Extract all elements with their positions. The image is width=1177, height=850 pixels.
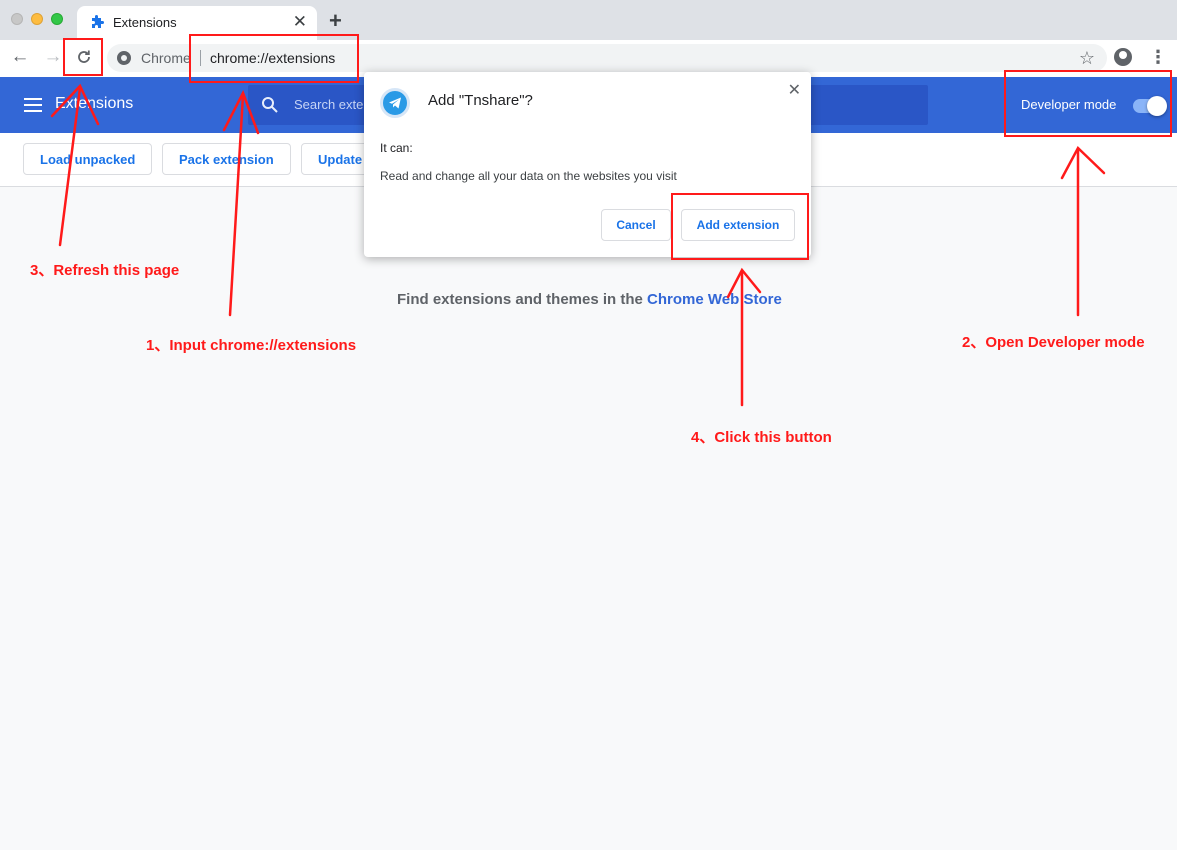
profile-avatar-icon[interactable] xyxy=(1114,48,1132,66)
dialog-permission: Read and change all your data on the web… xyxy=(380,169,677,183)
cancel-button[interactable]: Cancel xyxy=(601,209,671,241)
dialog-close-icon[interactable]: ✕ xyxy=(788,80,801,100)
puzzle-icon xyxy=(92,15,104,28)
pack-extension-button[interactable]: Pack extension xyxy=(162,143,291,175)
back-button[interactable]: ← xyxy=(8,47,32,69)
annotation-step1: 1、Input chrome://extensions xyxy=(146,337,357,354)
annotation-box-url xyxy=(189,34,359,83)
dialog-it-can: It can: xyxy=(380,141,413,155)
hamburger-menu-icon[interactable] xyxy=(24,98,42,112)
annotation-box-developer-mode xyxy=(1004,70,1172,137)
window-close-button[interactable] xyxy=(11,13,23,25)
window-maximize-button[interactable] xyxy=(51,13,63,25)
bookmark-star-icon[interactable]: ☆ xyxy=(1079,48,1095,69)
tab-close-icon[interactable]: ✕ xyxy=(293,13,307,31)
window-minimize-button[interactable] xyxy=(31,13,43,25)
dialog-title: Add "Tnshare"? xyxy=(428,92,533,109)
new-tab-button[interactable]: + xyxy=(329,10,342,32)
annotation-step3: 3、Refresh this page xyxy=(30,262,180,279)
chrome-site-icon xyxy=(117,51,131,65)
annotation-step2: 2、Open Developer mode xyxy=(962,334,1145,351)
forward-button[interactable]: → xyxy=(41,47,65,69)
annotation-step4: 4、Click this button xyxy=(691,429,832,446)
tab-strip: Extensions ✕ + xyxy=(0,0,1177,40)
load-unpacked-button[interactable]: Load unpacked xyxy=(23,143,153,175)
annotation-box-add-extension xyxy=(671,193,809,260)
site-chip: Chrome xyxy=(141,50,191,66)
tnshare-logo-icon xyxy=(380,88,410,118)
tab-title: Extensions xyxy=(113,15,177,30)
page-title: Extensions xyxy=(55,95,134,112)
chrome-web-store-link[interactable]: Chrome Web Store xyxy=(647,291,782,308)
more-menu-icon[interactable]: ⋮ xyxy=(1149,47,1167,67)
find-text: Find extensions and themes in the xyxy=(397,291,648,308)
search-icon xyxy=(262,97,278,113)
annotation-box-reload xyxy=(63,38,103,76)
find-extensions-text: Find extensions and themes in the Chrome… xyxy=(397,291,782,308)
